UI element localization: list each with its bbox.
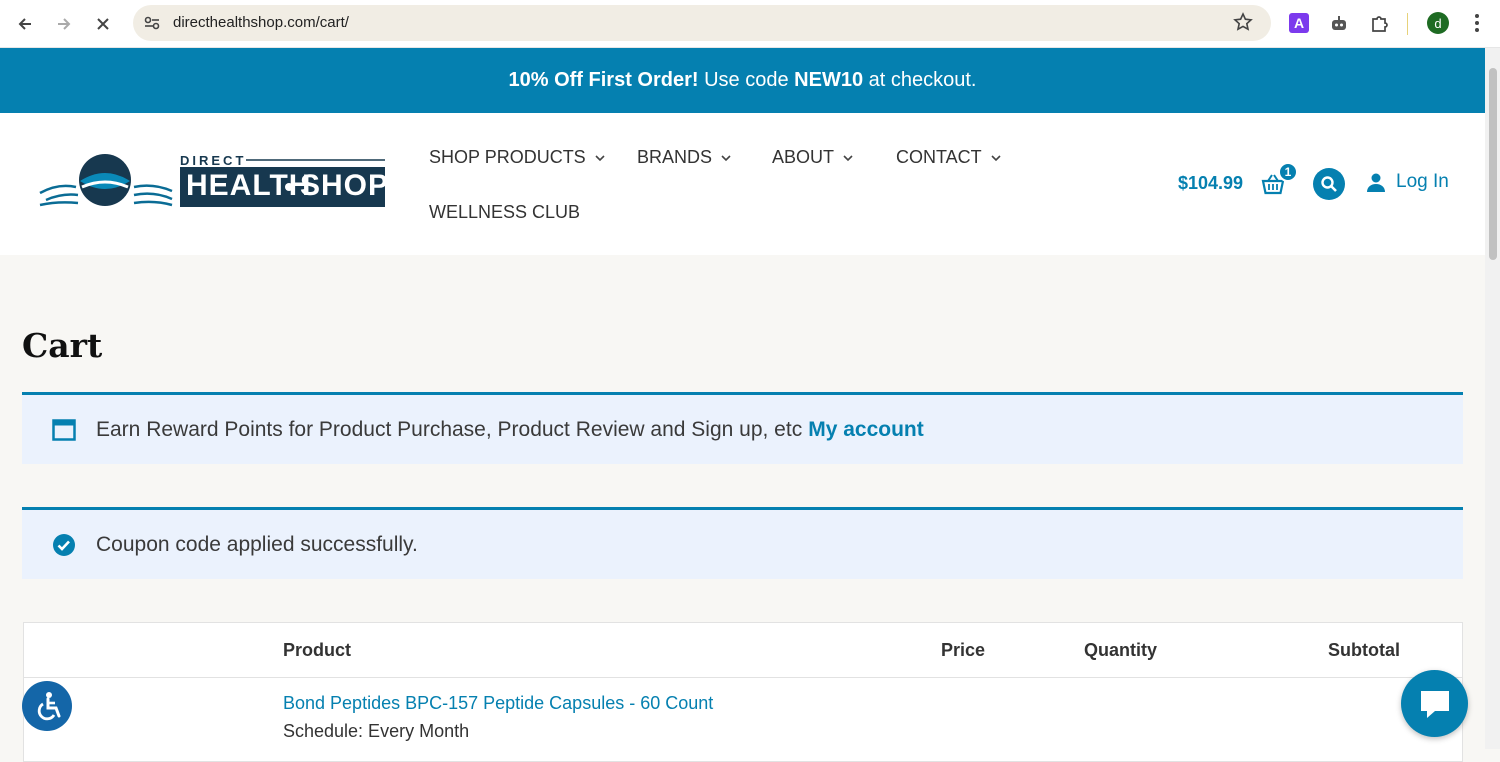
search-icon xyxy=(1321,176,1337,192)
cart-table: Product Price Quantity Subtotal Bond Pep… xyxy=(23,622,1463,762)
coupon-success-notice: Coupon code applied successfully. xyxy=(22,507,1463,579)
url-text: directhealthshop.com/cart/ xyxy=(173,14,349,31)
login-label: Log In xyxy=(1396,171,1449,192)
close-icon xyxy=(97,18,109,30)
my-account-link[interactable]: My account xyxy=(808,418,924,442)
arrow-left-icon xyxy=(18,18,31,30)
accessibility-icon xyxy=(37,692,61,721)
back-button[interactable] xyxy=(10,9,40,39)
nav-about[interactable]: ABOUT xyxy=(772,147,854,168)
column-header-price: Price xyxy=(941,640,986,660)
chevron-down-icon xyxy=(991,154,1001,161)
chat-bubble-icon xyxy=(1420,690,1449,718)
column-header-subtotal: Subtotal xyxy=(1328,640,1400,660)
more-menu-icon[interactable] xyxy=(1466,12,1488,34)
column-header-quantity: Quantity xyxy=(1084,640,1158,660)
page-title: Cart xyxy=(22,326,103,365)
reward-text: Earn Reward Points for Product Purchase,… xyxy=(96,417,803,441)
user-icon xyxy=(1367,173,1385,192)
nav-brands[interactable]: BRANDS xyxy=(637,147,732,168)
address-bar[interactable]: directhealthshop.com/cart/ xyxy=(133,5,1271,41)
browser-toolbar: directhealthshop.com/cart/ A d xyxy=(0,0,1500,48)
chevron-down-icon xyxy=(595,154,605,161)
window-icon xyxy=(52,418,76,442)
nav-label: ABOUT xyxy=(772,147,835,167)
bookmark-star-icon[interactable] xyxy=(1233,12,1255,34)
nav-wellness-club[interactable]: WELLNESS CLUB xyxy=(429,202,580,223)
check-circle-icon xyxy=(52,533,76,557)
logo-text-shop: SHOP xyxy=(300,169,390,202)
accessibility-button[interactable] xyxy=(22,681,72,731)
cart-total[interactable]: $104.99 xyxy=(1178,173,1243,194)
promo-highlight: 10% Off First Order! xyxy=(508,69,699,91)
toolbar-divider xyxy=(1407,13,1408,35)
cart-count-badge: 1 xyxy=(1278,162,1298,182)
nav-label: CONTACT xyxy=(896,147,982,167)
reward-notice: Earn Reward Points for Product Purchase,… xyxy=(22,392,1463,464)
nav-contact[interactable]: CONTACT xyxy=(896,147,1002,168)
arrow-right-icon xyxy=(58,18,71,30)
site-header: DIRECT HEALTH SHOP SHOP PRODUCTS BRANDS … xyxy=(0,113,1485,255)
nav-label: SHOP PRODUCTS xyxy=(429,147,586,167)
column-header-product: Product xyxy=(283,640,352,660)
page-scrollbar[interactable] xyxy=(1485,48,1500,749)
chevron-down-icon xyxy=(721,154,731,161)
promo-text-1: Use code xyxy=(704,69,789,91)
forward-button[interactable] xyxy=(49,9,79,39)
site-logo[interactable]: DIRECT HEALTH SHOP xyxy=(38,153,388,223)
robot-extension-icon[interactable] xyxy=(1328,12,1350,34)
site-info-icon[interactable] xyxy=(141,12,163,34)
product-name-link[interactable]: Bond Peptides BPC-157 Peptide Capsules -… xyxy=(283,693,713,714)
stop-button[interactable] xyxy=(88,9,118,39)
scrollbar-thumb[interactable] xyxy=(1489,68,1497,260)
promo-banner: 10% Off First Order! Use code NEW10 at c… xyxy=(0,48,1485,113)
logo-text-small: DIRECT xyxy=(180,153,247,168)
logo-text-health: HEALTH xyxy=(186,169,312,202)
extension-a-icon[interactable]: A xyxy=(1289,13,1309,33)
search-button[interactable] xyxy=(1313,168,1345,200)
nav-label: BRANDS xyxy=(637,147,713,167)
cart-table-header: Product Price Quantity Subtotal xyxy=(24,623,1462,678)
nav-label: WELLNESS CLUB xyxy=(429,202,581,222)
login-link[interactable]: Log In xyxy=(1366,171,1449,193)
promo-text-2: at checkout. xyxy=(868,69,977,91)
profile-avatar[interactable]: d xyxy=(1427,12,1449,34)
coupon-text: Coupon code applied successfully. xyxy=(96,532,418,556)
chevron-down-icon xyxy=(843,154,853,161)
chat-button[interactable] xyxy=(1401,670,1468,737)
nav-shop-products[interactable]: SHOP PRODUCTS xyxy=(429,147,606,168)
product-schedule: Schedule: Every Month xyxy=(283,721,470,741)
puzzle-extensions-icon[interactable] xyxy=(1368,12,1390,34)
promo-code: NEW10 xyxy=(794,69,864,91)
